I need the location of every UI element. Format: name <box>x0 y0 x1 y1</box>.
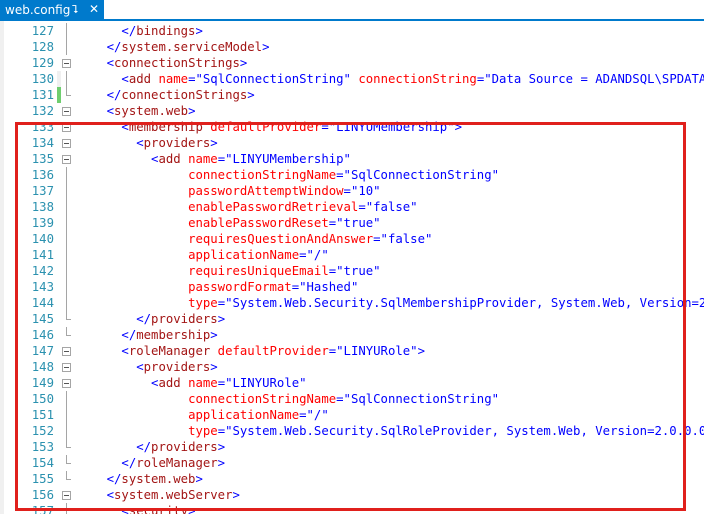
code-token: > <box>188 104 196 118</box>
code-text: <connectionStrings> <box>77 55 248 71</box>
code-token: > <box>239 56 248 70</box>
code-token: add <box>128 72 152 86</box>
close-icon[interactable]: ✕ <box>89 2 99 16</box>
fold-guide <box>66 39 67 55</box>
fold-end-marker <box>66 87 71 96</box>
code-token: < <box>77 56 115 70</box>
code-line[interactable]: 129 <connectionStrings> <box>0 55 704 71</box>
code-token: connectionString <box>358 72 477 86</box>
code-token: </ <box>77 40 122 54</box>
code-token: system.serviceModel <box>121 40 263 54</box>
code-token: ="Data Source = ADANDSQL\SPDATABASE;In <box>476 72 704 86</box>
code-token: > <box>247 88 255 102</box>
code-line[interactable]: 132 <system.web> <box>0 103 704 119</box>
code-line[interactable]: 130 <add name="SqlConnectionString" conn… <box>0 71 704 87</box>
code-text: <add name="SqlConnectionString" connecti… <box>77 71 704 87</box>
code-text: </system.serviceModel> <box>77 39 270 55</box>
code-token: </ <box>77 24 137 38</box>
pin-icon[interactable]: ⮧ <box>72 3 79 17</box>
code-editor[interactable]: 127 </bindings> 128 </system.serviceModel… <box>0 21 704 514</box>
code-line[interactable]: 127 </bindings> <box>0 23 704 39</box>
tab-web-config[interactable]: web.config ⮧ ✕ <box>0 0 104 21</box>
change-indicator <box>57 71 61 87</box>
code-text: </connectionStrings> <box>77 87 255 103</box>
code-token: connectionStrings <box>114 56 240 70</box>
code-text: </bindings> <box>77 23 203 39</box>
change-indicator <box>57 87 61 103</box>
code-token: < <box>77 104 115 118</box>
collapse-icon[interactable] <box>62 107 71 116</box>
collapse-icon[interactable] <box>62 59 71 68</box>
line-number: 129 <box>31 56 54 70</box>
code-line[interactable]: 131 </connectionStrings> <box>0 87 704 103</box>
code-token: ="SqlConnectionString" <box>188 72 359 86</box>
line-number: 127 <box>31 24 54 38</box>
fold-guide <box>66 23 67 39</box>
code-token: connectionStrings <box>121 88 248 102</box>
line-number: 131 <box>31 88 54 102</box>
code-text: <system.web> <box>77 103 196 119</box>
code-token: system.web <box>114 104 189 118</box>
code-token: > <box>262 40 270 54</box>
code-token: bindings <box>136 24 196 38</box>
fold-guide <box>66 71 67 87</box>
tab-strip: web.config ⮧ ✕ <box>0 0 704 21</box>
line-number: 130 <box>31 72 54 86</box>
line-number: 128 <box>31 40 54 54</box>
code-token: </ <box>77 88 122 102</box>
tab-label: web.config <box>5 3 71 17</box>
code-token: > <box>195 24 203 38</box>
code-token: < <box>77 72 129 86</box>
highlight-box <box>15 122 686 511</box>
code-line[interactable]: 128 </system.serviceModel> <box>0 39 704 55</box>
code-token: name <box>158 72 189 86</box>
line-number: 132 <box>31 104 54 118</box>
